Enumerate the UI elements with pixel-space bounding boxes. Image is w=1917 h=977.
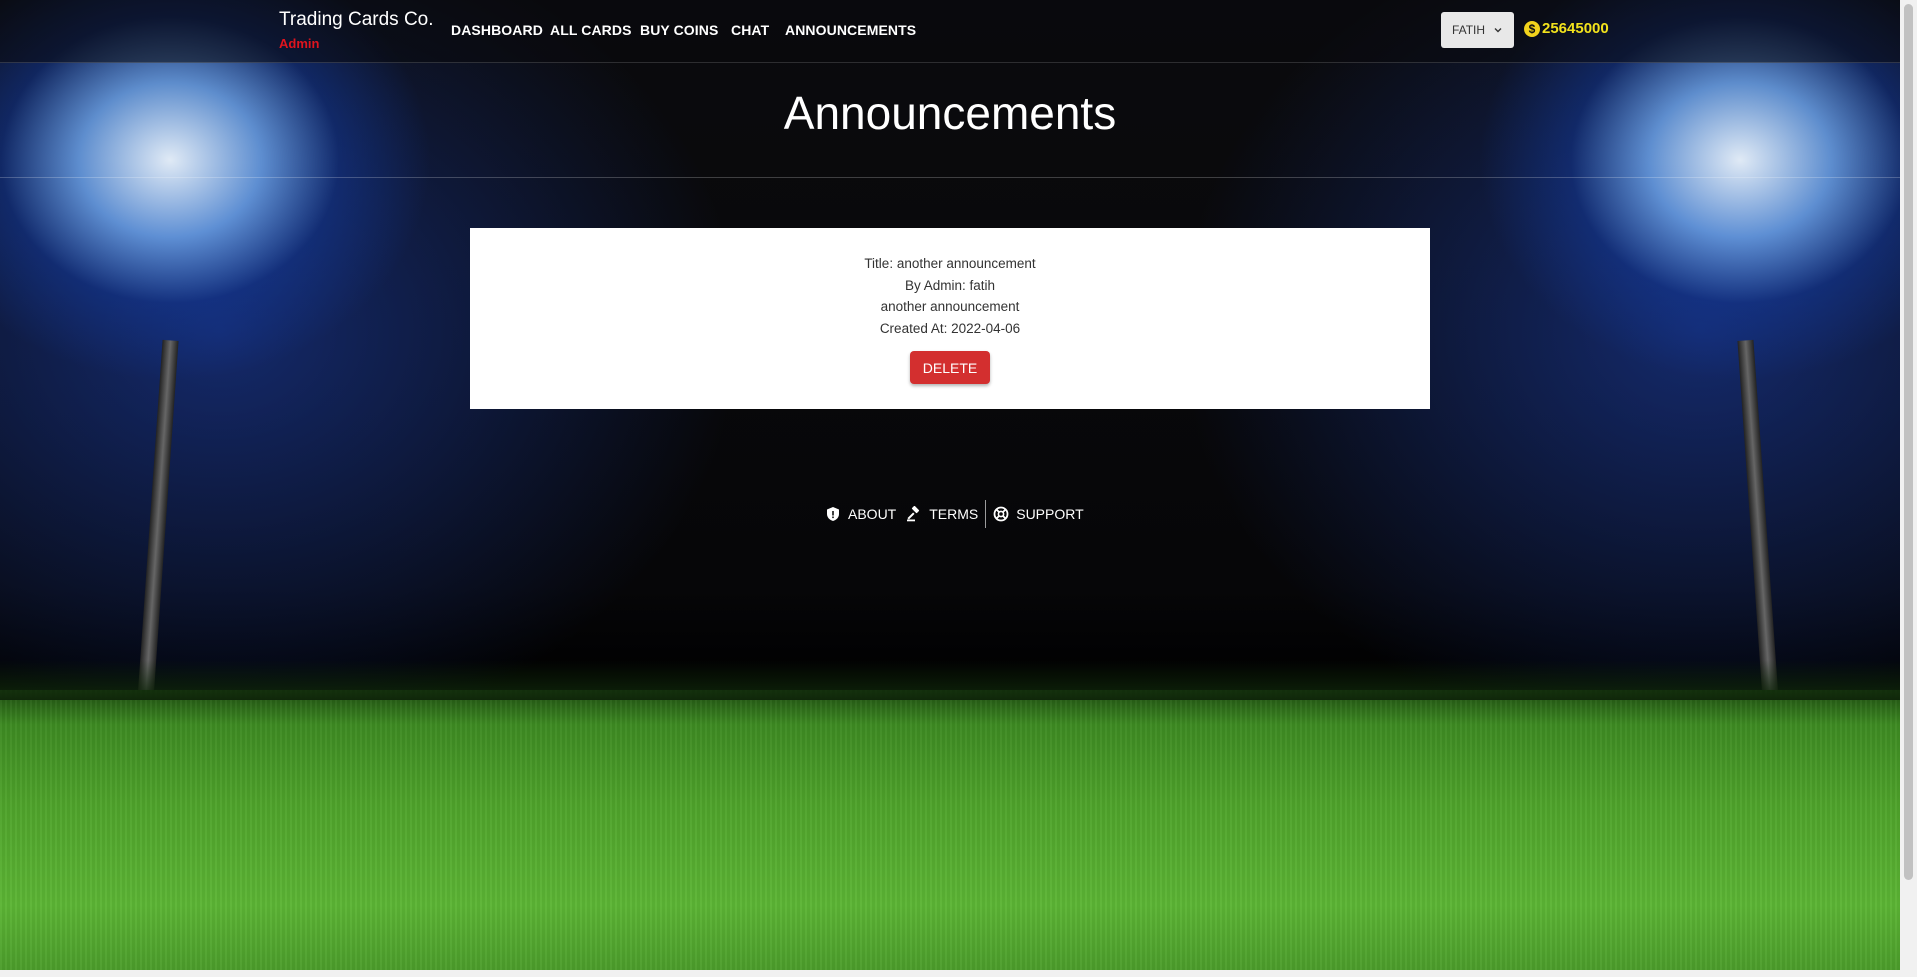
- coin-amount: 25645000: [1542, 20, 1609, 37]
- delete-button[interactable]: DELETE: [910, 351, 990, 384]
- gavel-icon: [907, 506, 920, 522]
- floodlight-pole-left: [137, 339, 179, 701]
- role-label: Admin: [279, 36, 320, 51]
- footer-terms-label: TERMS: [929, 506, 979, 522]
- nav-all-cards[interactable]: ALL CARDS: [550, 22, 632, 38]
- announcement-body: another announcement: [880, 299, 1020, 314]
- announcement-author: By Admin: fatih: [904, 277, 996, 293]
- footer-support-link[interactable]: SUPPORT: [988, 506, 1088, 522]
- horizontal-scrollbar[interactable]: [0, 970, 1900, 977]
- grass-field: [0, 660, 1900, 977]
- footer-terms-link[interactable]: TERMS: [901, 506, 983, 522]
- nav-announcements[interactable]: ANNOUNCEMENTS: [785, 22, 916, 38]
- vertical-scrollbar[interactable]: [1900, 0, 1917, 977]
- stadium-background: [0, 0, 1900, 977]
- announcement-title: Title: another announcement: [864, 256, 1036, 271]
- shield-icon: [827, 507, 839, 521]
- top-navbar: Trading Cards Co. Admin DASHBOARD ALL CA…: [0, 0, 1900, 63]
- dollar-coin-icon: $: [1524, 20, 1540, 37]
- floodlight-pole-right: [1737, 339, 1779, 701]
- coin-balance: $ 25645000: [1524, 20, 1609, 37]
- lifebuoy-icon: [993, 506, 1009, 522]
- page-title: Announcements: [783, 87, 1117, 139]
- chevron-down-icon: [1494, 28, 1502, 33]
- nav-buy-coins[interactable]: BUY COINS: [640, 22, 718, 38]
- footer-divider: [985, 500, 987, 528]
- brand-logo[interactable]: Trading Cards Co.: [279, 9, 434, 31]
- announcement-created-at: Created At: 2022-04-06: [879, 320, 1021, 336]
- footer-about-link[interactable]: ABOUT: [820, 506, 901, 522]
- title-divider: [0, 177, 1900, 178]
- nav-chat[interactable]: CHAT: [731, 22, 769, 38]
- scrollbar-thumb[interactable]: [1904, 4, 1913, 880]
- footer-about-label: ABOUT: [848, 506, 897, 522]
- announcement-card: Title: another announcement By Admin: fa…: [470, 228, 1430, 409]
- user-dropdown[interactable]: FATIH: [1441, 12, 1514, 48]
- user-dropdown-label: FATIH: [1451, 23, 1486, 37]
- nav-dashboard[interactable]: DASHBOARD: [451, 22, 543, 38]
- footer-support-label: SUPPORT: [1016, 506, 1084, 522]
- footer-links: ABOUT TERMS SUPPORT: [820, 500, 1089, 528]
